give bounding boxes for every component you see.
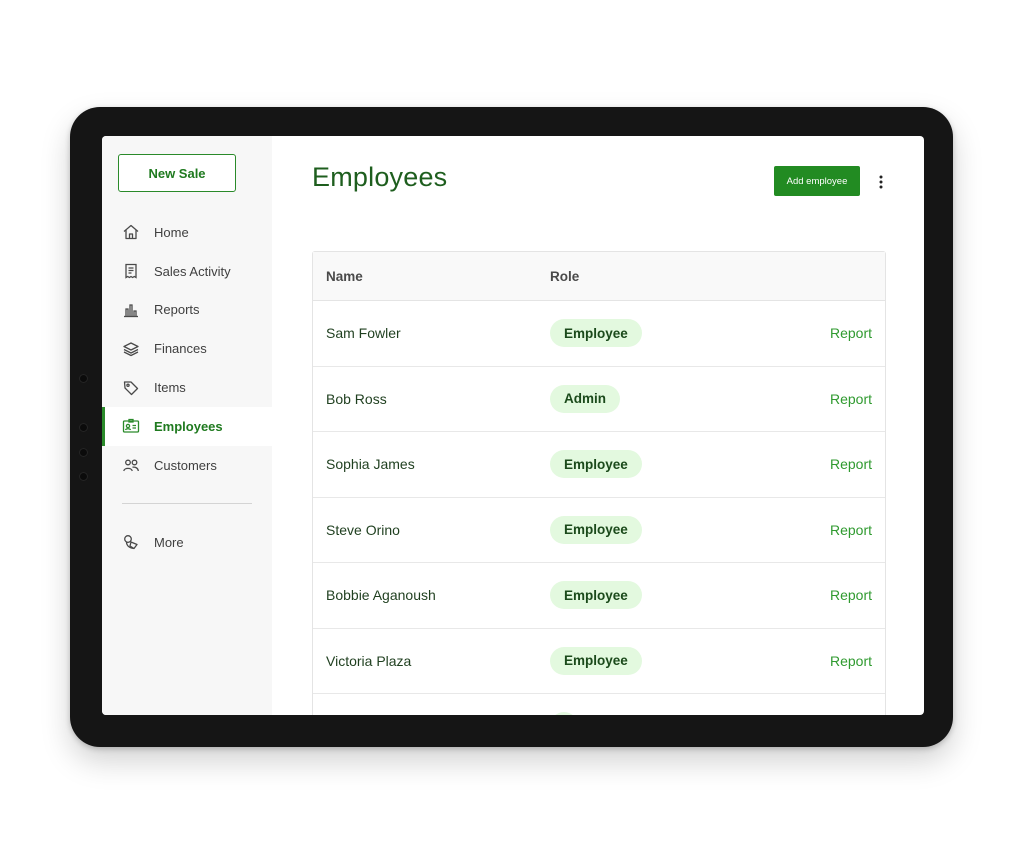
id-card-icon: [122, 417, 140, 435]
report-link[interactable]: Report: [830, 391, 872, 407]
main-content: Employees Add employee Name Role Sam Fow…: [272, 136, 924, 715]
table-row-partial[interactable]: [313, 694, 885, 715]
sidebar-nav: Home Sales Activity Reports Finances Ite…: [102, 213, 272, 485]
sidebar-item-sales-activity[interactable]: Sales Activity: [102, 252, 272, 291]
sidebar-item-reports[interactable]: Reports: [102, 291, 272, 330]
sidebar-item-finances[interactable]: Finances: [102, 329, 272, 368]
column-header-name: Name: [326, 268, 363, 284]
report-link[interactable]: Report: [830, 325, 872, 341]
report-link[interactable]: Report: [830, 587, 872, 603]
sidebar-item-items[interactable]: Items: [102, 368, 272, 407]
table-header: Name Role: [313, 252, 885, 301]
table-row[interactable]: Sam Fowler Employee Report: [313, 301, 885, 367]
side-sensor: [79, 374, 88, 383]
layers-icon: [122, 340, 140, 358]
report-link[interactable]: Report: [830, 653, 872, 669]
role-badge: Employee: [550, 450, 642, 479]
sidebar-more: More: [102, 523, 272, 562]
table-row[interactable]: Bobbie Aganoush Employee Report: [313, 563, 885, 629]
sidebar-divider: [122, 503, 252, 504]
more-options-icon[interactable]: [872, 171, 890, 193]
table-row[interactable]: Sophia James Employee Report: [313, 432, 885, 498]
employee-name: Bobbie Aganoush: [326, 587, 436, 604]
sidebar-item-label: Finances: [154, 341, 207, 357]
sidebar-item-label: More: [154, 534, 184, 550]
page-title: Employees: [312, 162, 448, 192]
role-badge: Admin: [550, 384, 620, 413]
sidebar-item-label: Employees: [154, 418, 223, 434]
sidebar-item-label: Items: [154, 380, 186, 396]
employee-name: Sam Fowler: [326, 325, 401, 342]
sidebar-item-customers[interactable]: Customers: [102, 446, 272, 485]
report-link[interactable]: Report: [830, 522, 872, 538]
add-employee-button[interactable]: Add employee: [774, 166, 860, 196]
sidebar-item-label: Reports: [154, 302, 200, 318]
role-badge: Employee: [550, 319, 642, 348]
side-sensor: [79, 423, 88, 432]
role-badge: Employee: [550, 515, 642, 544]
home-icon: [122, 223, 140, 241]
tag-icon: [122, 379, 140, 397]
sidebar-item-more[interactable]: More: [102, 523, 272, 562]
sidebar-item-label: Home: [154, 224, 189, 240]
role-badge: Employee: [550, 581, 642, 610]
receipt-icon: [122, 262, 140, 280]
sidebar: New Sale Home Sales Activity Reports Fin…: [102, 136, 272, 715]
role-badge: Employee: [550, 646, 642, 675]
people-icon: [122, 456, 140, 474]
employee-name: Bob Ross: [326, 390, 387, 407]
new-sale-button[interactable]: New Sale: [118, 154, 236, 192]
role-badge: [550, 712, 578, 715]
sidebar-item-employees[interactable]: Employees: [102, 406, 272, 446]
table-row[interactable]: Steve Orino Employee Report: [313, 498, 885, 563]
table-row[interactable]: Bob Ross Admin Report: [313, 367, 885, 432]
employees-table: Name Role Sam Fowler Employee Report Bob…: [312, 251, 886, 715]
sidebar-item-label: Sales Activity: [154, 263, 231, 279]
side-sensor: [79, 448, 88, 457]
more-apps-icon: [122, 533, 140, 551]
sidebar-item-home[interactable]: Home: [102, 213, 272, 252]
employee-name: Sophia James: [326, 456, 415, 473]
column-header-role: Role: [550, 268, 580, 284]
employee-name: Victoria Plaza: [326, 652, 412, 669]
bar-chart-icon: [122, 301, 140, 319]
side-sensor: [79, 472, 88, 481]
employee-name: Steve Orino: [326, 521, 400, 538]
report-link[interactable]: Report: [830, 456, 872, 472]
app-screen: New Sale Home Sales Activity Reports Fin…: [102, 136, 924, 715]
table-row[interactable]: Victoria Plaza Employee Report: [313, 629, 885, 694]
sidebar-item-label: Customers: [154, 457, 217, 473]
